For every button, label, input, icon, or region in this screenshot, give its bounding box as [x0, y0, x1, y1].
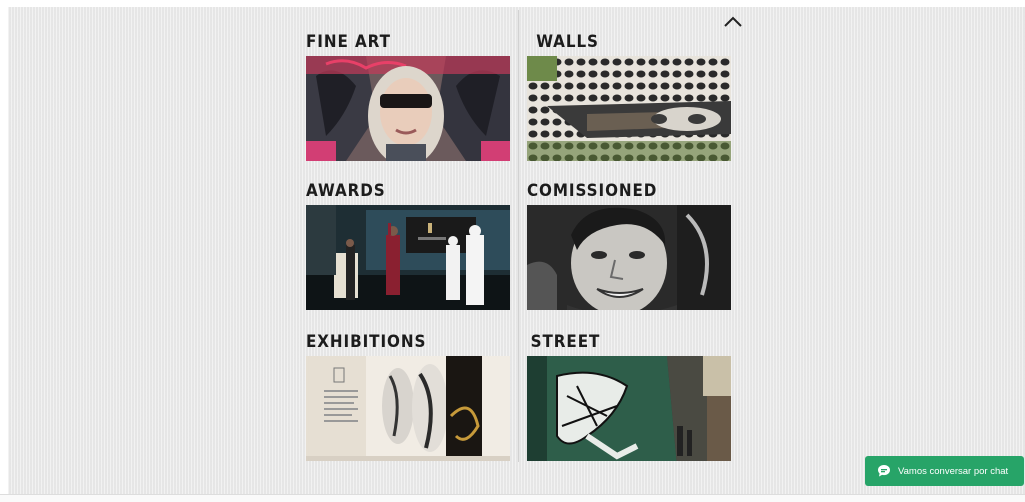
walls-image[interactable] [527, 56, 731, 161]
column-divider [518, 10, 519, 462]
chat-bubble-icon [877, 464, 891, 478]
category-title: WALLS [536, 32, 599, 51]
category-street[interactable]: STREET [527, 331, 731, 461]
gallery-panel [8, 7, 1025, 494]
category-exhibitions[interactable]: EXHIBITIONS [306, 331, 510, 461]
street-image[interactable] [527, 356, 731, 461]
chevron-up-icon [724, 16, 742, 27]
category-title: FINE ART [306, 32, 391, 51]
chat-button[interactable]: Vamos conversar por chat [865, 456, 1024, 486]
comissioned-image[interactable] [527, 205, 731, 310]
chat-button-label: Vamos conversar por chat [898, 465, 1009, 477]
exhibitions-image[interactable] [306, 356, 510, 461]
category-title: AWARDS [306, 181, 386, 200]
category-title: STREET [530, 332, 601, 351]
category-title: COMISSIONED [527, 181, 658, 200]
awards-image[interactable] [306, 205, 510, 310]
category-awards[interactable]: AWARDS [306, 180, 510, 310]
category-comissioned[interactable]: COMISSIONED [527, 180, 731, 310]
category-title: EXHIBITIONS [306, 332, 427, 351]
category-fine-art[interactable]: FINE ART [306, 31, 510, 161]
category-walls[interactable]: WALLS [527, 31, 731, 161]
collapse-button[interactable] [722, 12, 744, 32]
fine-art-image[interactable] [306, 56, 510, 161]
